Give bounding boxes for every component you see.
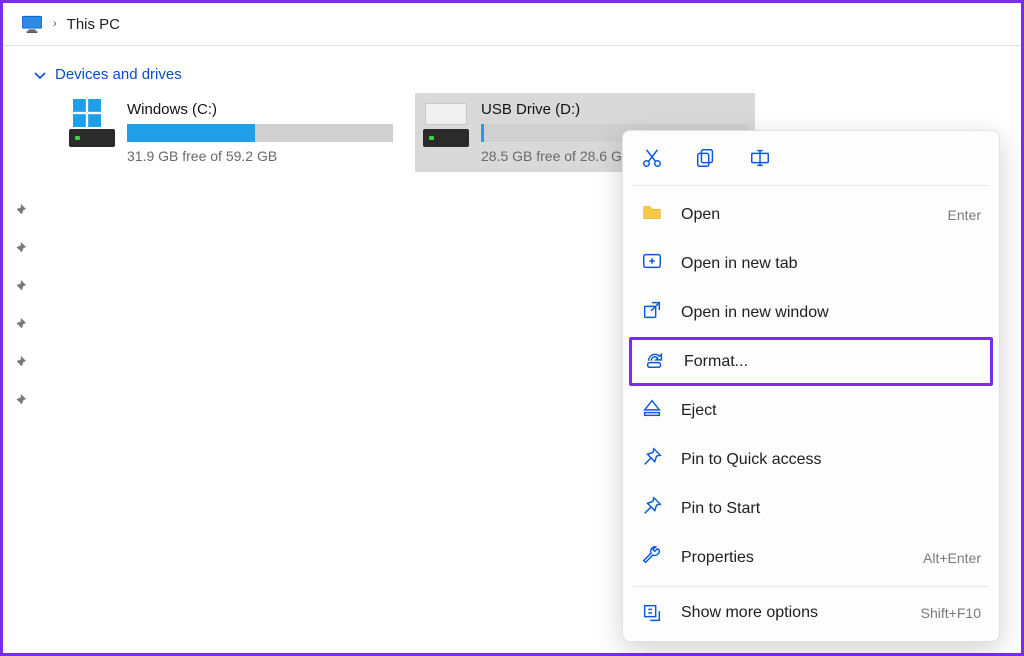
pin-icon (13, 279, 27, 293)
quick-access-pins (13, 203, 27, 407)
menu-item-label: Pin to Quick access (681, 451, 981, 469)
copy-icon[interactable] (695, 147, 717, 169)
menu-item-label: Format... (684, 353, 978, 371)
pin-icon (13, 203, 27, 217)
menu-item-shortcut: Enter (948, 207, 981, 223)
menu-item-eject[interactable]: Eject (623, 386, 999, 435)
pin-icon (13, 393, 27, 407)
drive-name: Windows (C:) (127, 101, 393, 118)
menu-item-label: Eject (681, 402, 981, 420)
context-menu: Open Enter Open in new tab Open in new wind… (622, 130, 1000, 642)
menu-divider (633, 185, 989, 186)
menu-item-properties[interactable]: Properties Alt+Enter (623, 533, 999, 582)
pin-icon (13, 317, 27, 331)
menu-item-show-more[interactable]: Show more options Shift+F10 (623, 591, 999, 635)
more-options-icon (641, 602, 663, 624)
cut-icon[interactable] (641, 147, 663, 169)
menu-item-pin-to-quick-access[interactable]: Pin to Quick access (623, 435, 999, 484)
rename-icon[interactable] (749, 147, 771, 169)
drive-usage-bar (127, 124, 393, 142)
menu-item-open[interactable]: Open Enter (623, 190, 999, 239)
eject-icon (641, 397, 663, 424)
menu-item-shortcut: Shift+F10 (921, 605, 981, 621)
pin-icon (641, 446, 663, 473)
section-title: Devices and drives (55, 66, 182, 83)
menu-divider (633, 586, 989, 587)
breadcrumb-location[interactable]: This PC (67, 16, 120, 33)
menu-item-label: Open (681, 206, 930, 224)
menu-item-shortcut: Alt+Enter (923, 550, 981, 566)
breadcrumb-separator-icon: › (53, 18, 57, 30)
drive-icon (69, 101, 115, 147)
menu-item-label: Show more options (681, 604, 903, 622)
address-bar[interactable]: › This PC (3, 3, 1021, 46)
pin-icon (13, 355, 27, 369)
folder-icon (641, 201, 663, 228)
section-header[interactable]: Devices and drives (33, 66, 991, 83)
menu-item-open-in-new-tab[interactable]: Open in new tab (623, 239, 999, 288)
menu-item-label: Open in new tab (681, 255, 981, 273)
context-menu-quick-actions (623, 137, 999, 181)
drive-name: USB Drive (D:) (481, 101, 747, 118)
menu-item-label: Properties (681, 549, 905, 567)
newtab-icon (641, 250, 663, 277)
menu-item-label: Open in new window (681, 304, 981, 322)
menu-item-open-in-new-window[interactable]: Open in new window (623, 288, 999, 337)
menu-item-format-[interactable]: Format... (629, 337, 993, 386)
pin2-icon (641, 495, 663, 522)
this-pc-icon (21, 15, 43, 33)
format-icon (644, 348, 666, 375)
pin-icon (13, 241, 27, 255)
drive-item[interactable]: Windows (C:) 31.9 GB free of 59.2 GB (61, 93, 401, 172)
external-icon (641, 299, 663, 326)
drive-free-text: 31.9 GB free of 59.2 GB (127, 148, 393, 164)
wrench-icon (641, 544, 663, 571)
drive-icon (423, 101, 469, 147)
menu-item-pin-to-start[interactable]: Pin to Start (623, 484, 999, 533)
chevron-down-icon (33, 68, 47, 82)
menu-item-label: Pin to Start (681, 500, 981, 518)
